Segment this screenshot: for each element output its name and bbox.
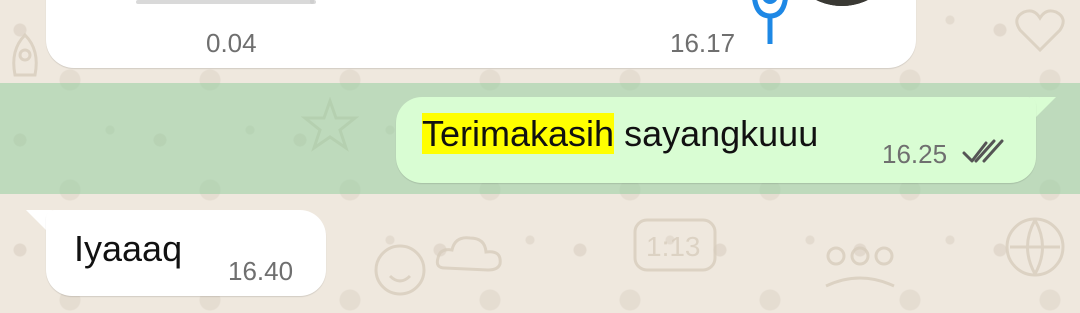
doodle-dots-icon xyxy=(825,246,895,288)
message-timestamp: 16.17 xyxy=(670,28,736,58)
doodle-clock-icon: 1:13 xyxy=(633,218,717,272)
message-text: Iyaaaq xyxy=(74,228,183,269)
double-check-icon xyxy=(962,139,1004,163)
voice-message-bubble[interactable]: 0.04 16.17 xyxy=(46,0,916,68)
doodle-rocket-icon xyxy=(12,32,38,77)
outgoing-message-bubble[interactable]: Terimakasih sayangkuuu 16.25 xyxy=(396,97,1036,183)
mic-icon xyxy=(752,0,788,44)
message-timestamp: 16.25 xyxy=(882,139,948,169)
voice-waveform-tick xyxy=(310,0,314,4)
avatar[interactable] xyxy=(784,0,900,6)
incoming-message-bubble[interactable]: Iyaaaq 16.40 xyxy=(46,210,326,296)
message-text: Terimakasih sayangkuuu xyxy=(422,113,818,155)
doodle-heart-icon xyxy=(1015,9,1065,53)
voice-duration: 0.04 xyxy=(206,28,257,58)
message-timestamp: 16.40 xyxy=(228,256,294,286)
svg-text:1:13: 1:13 xyxy=(646,231,701,262)
doodle-cloud-icon xyxy=(435,236,502,272)
search-highlight: Terimakasih xyxy=(422,113,615,154)
avatar-background xyxy=(784,0,900,6)
doodle-circle-icon xyxy=(1005,217,1065,277)
doodle-smile-icon xyxy=(374,244,426,296)
message-text-rest: sayangkuuu xyxy=(614,113,819,154)
voice-waveform[interactable] xyxy=(136,0,316,4)
